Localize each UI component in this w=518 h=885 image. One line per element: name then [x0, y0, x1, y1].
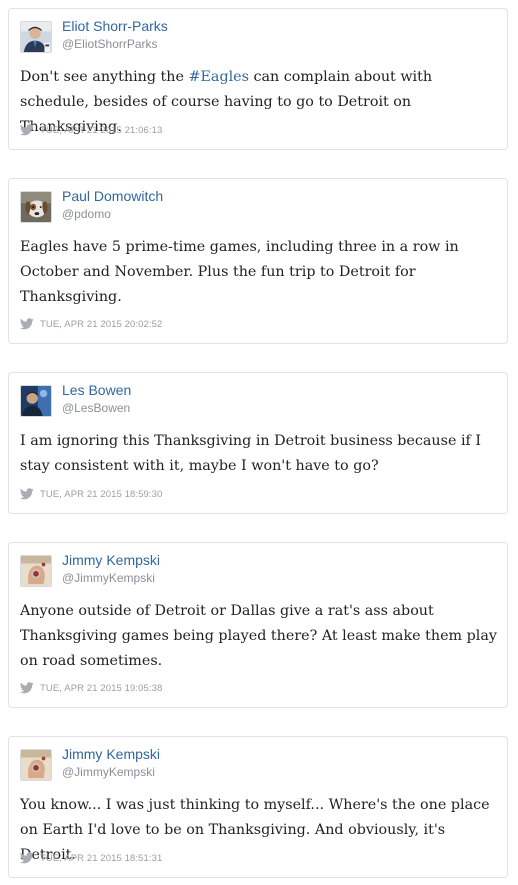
twitter-bird-icon	[20, 488, 34, 500]
hand-avatar-icon	[21, 750, 51, 780]
tweet-timestamp[interactable]: TUE, APR 21 2015 18:59:30	[40, 489, 162, 500]
tweet-card: Jimmy Kempski @JimmyKempski You know... …	[8, 736, 508, 878]
author-name[interactable]: Les Bowen	[62, 382, 131, 398]
author-name[interactable]: Jimmy Kempski	[62, 746, 160, 762]
tweet-timestamp[interactable]: TUE, APR 21 2015 21:06:13	[40, 125, 162, 136]
tweet-footer: TUE, APR 21 2015 18:59:30	[20, 487, 162, 501]
twitter-bird-icon	[20, 682, 34, 694]
hashtag-link[interactable]: #Eagles	[189, 69, 249, 85]
author-name[interactable]: Eliot Shorr-Parks	[62, 18, 168, 34]
avatar[interactable]	[20, 749, 52, 781]
tweet-card: Eliot Shorr-Parks @EliotShorrParks Don't…	[8, 8, 508, 150]
author-handle[interactable]: @LesBowen	[62, 401, 130, 415]
tweet-feed: Eliot Shorr-Parks @EliotShorrParks Don't…	[0, 0, 518, 885]
person-avatar-icon	[21, 386, 51, 416]
author-handle[interactable]: @pdomo	[62, 207, 111, 221]
tweet-footer: TUE, APR 21 2015 19:05:38	[20, 681, 162, 695]
hand-avatar-icon	[21, 556, 51, 586]
author-handle[interactable]: @JimmyKempski	[62, 765, 155, 779]
tweet-text: I am ignoring this Thanksgiving in Detro…	[20, 433, 482, 474]
tweet-footer: TUE, APR 21 2015 18:51:31	[20, 851, 162, 865]
author-name[interactable]: Jimmy Kempski	[62, 552, 160, 568]
tweet-timestamp[interactable]: TUE, APR 21 2015 19:05:38	[40, 683, 162, 694]
tweet-text: Anyone outside of Detroit or Dallas give…	[20, 603, 497, 669]
tweet-footer: TUE, APR 21 2015 21:06:13	[20, 123, 162, 137]
twitter-bird-icon	[20, 124, 34, 136]
dog-avatar-icon	[21, 192, 51, 222]
tweet-card: Paul Domowitch @pdomo Eagles have 5 prim…	[8, 178, 508, 344]
author-handle[interactable]: @EliotShorrParks	[62, 37, 158, 51]
tweet-footer: TUE, APR 21 2015 20:02:52	[20, 317, 162, 331]
tweet-card: Jimmy Kempski @JimmyKempski Anyone outsi…	[8, 542, 508, 708]
tweet-timestamp[interactable]: TUE, APR 21 2015 20:02:52	[40, 319, 162, 330]
person-avatar-icon	[21, 22, 51, 52]
twitter-bird-icon	[20, 318, 34, 330]
avatar[interactable]	[20, 555, 52, 587]
avatar[interactable]	[20, 385, 52, 417]
tweet-timestamp[interactable]: TUE, APR 21 2015 18:51:31	[40, 853, 162, 864]
tweet-text-part: Don't see anything the	[20, 69, 189, 85]
author-name[interactable]: Paul Domowitch	[62, 188, 163, 204]
avatar[interactable]	[20, 191, 52, 223]
twitter-bird-icon	[20, 852, 34, 864]
author-handle[interactable]: @JimmyKempski	[62, 571, 155, 585]
tweet-text: Eagles have 5 prime-time games, includin…	[20, 239, 459, 305]
tweet-card: Les Bowen @LesBowen I am ignoring this T…	[8, 372, 508, 514]
avatar[interactable]	[20, 21, 52, 53]
